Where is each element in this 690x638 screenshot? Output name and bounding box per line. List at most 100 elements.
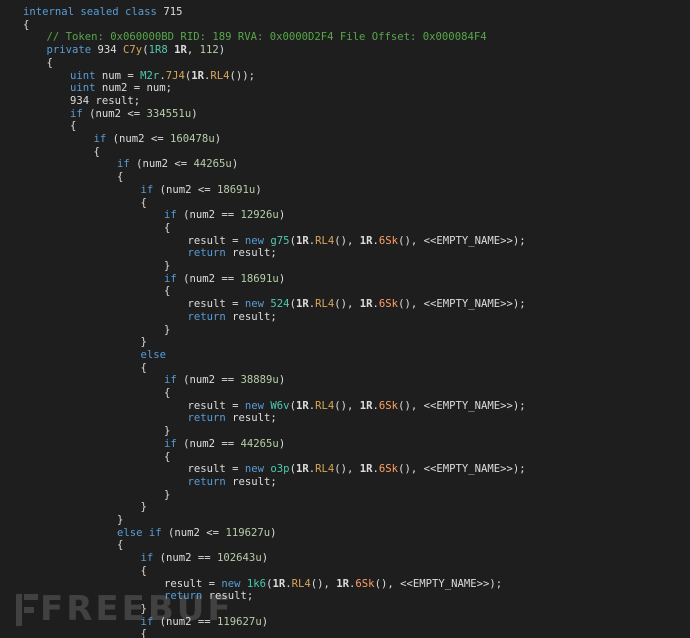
code-line: { xyxy=(141,565,147,578)
code-token: (), <<EMPTY_NAME>>); xyxy=(398,463,526,476)
code-token: } xyxy=(164,425,171,438)
code-token: RL4 xyxy=(315,463,335,476)
code-token: ) xyxy=(261,615,269,628)
code-line: internal sealed class 715 xyxy=(23,6,182,19)
code-line: } xyxy=(164,260,170,273)
code-token: 1R xyxy=(191,69,204,82)
code-token: { xyxy=(164,285,171,298)
code-token: result; xyxy=(232,475,277,488)
code-line: result = new 1k6(1R.RL4(), 1R.6Sk(), <<E… xyxy=(164,578,502,591)
code-token: ) xyxy=(278,272,286,285)
code-token: if xyxy=(140,552,160,565)
code-line: if (num2 <= 334551u) xyxy=(70,108,198,121)
code-line: } xyxy=(164,324,170,337)
code-line: { xyxy=(23,19,29,32)
code-token: if xyxy=(117,158,137,171)
code-token: o3p xyxy=(270,463,290,476)
code-token: result; xyxy=(232,310,277,323)
code-token: 524 xyxy=(270,298,290,311)
code-token: (), xyxy=(334,234,360,247)
code-token: ) xyxy=(278,209,286,222)
code-token: 1R xyxy=(174,44,187,57)
code-token: 1R xyxy=(359,298,373,311)
code-token: (num2 <= xyxy=(168,526,226,539)
code-line: else xyxy=(141,349,167,362)
code-line: } xyxy=(117,514,123,527)
code-token: (), <<EMPTY_NAME>>); xyxy=(398,234,526,247)
code-token: (num2 == xyxy=(183,437,241,450)
code-line: } xyxy=(141,501,147,514)
code-token: if xyxy=(164,437,184,450)
code-line: } xyxy=(141,603,147,616)
code-token: 119627u xyxy=(225,526,271,539)
code-token: (), <<EMPTY_NAME>>); xyxy=(398,298,526,311)
code-token: 1R xyxy=(295,399,309,412)
code-token: 7J4 xyxy=(165,69,185,82)
code-token: (num2 <= xyxy=(136,158,194,171)
code-token: uint xyxy=(70,82,102,95)
code-token: 6Sk xyxy=(378,399,399,412)
code-token: 112 xyxy=(199,44,219,57)
code-token: 1R xyxy=(272,577,286,590)
code-line: return result; xyxy=(188,412,277,425)
code-token: result = xyxy=(187,298,245,311)
code-line: return result; xyxy=(188,247,277,260)
code-editor[interactable]: internal sealed class 715{// Token: 0x06… xyxy=(0,0,690,638)
code-token: (), xyxy=(310,577,337,590)
code-line: else if (num2 <= 119627u) xyxy=(117,527,276,540)
code-token: } xyxy=(140,501,147,514)
code-line: { xyxy=(164,387,170,400)
code-token: ) xyxy=(278,437,286,450)
code-token: else if xyxy=(117,526,169,539)
code-token: 6Sk xyxy=(355,577,375,590)
code-token: } xyxy=(164,260,171,272)
code-line: { xyxy=(164,285,170,298)
code-token: return xyxy=(187,412,233,425)
code-token: 1R xyxy=(359,399,373,412)
code-token: 44265u xyxy=(193,158,232,171)
code-token: internal sealed class xyxy=(23,6,164,18)
code-token: result = xyxy=(187,234,245,247)
code-token: return xyxy=(187,247,233,260)
code-token: 1R8 xyxy=(148,44,175,57)
code-token: { xyxy=(140,564,147,577)
code-token: (num2 <= xyxy=(89,107,147,120)
code-token: // Token: 0x060000BD RID: 189 RVA: 0x000… xyxy=(46,31,487,44)
code-token: 119627u xyxy=(217,615,262,628)
code-token: 1R xyxy=(295,463,309,476)
code-token: if xyxy=(164,272,184,285)
code-token: (), xyxy=(334,463,360,476)
code-token: 160478u xyxy=(170,133,215,145)
code-line: if (num2 == 102643u) xyxy=(141,552,269,565)
code-line: { xyxy=(94,146,100,159)
code-token: if xyxy=(164,374,184,387)
code-token: 1R xyxy=(359,463,373,476)
code-token: new xyxy=(244,399,271,412)
code-token: result = xyxy=(164,577,222,590)
code-token: if xyxy=(70,107,90,120)
code-token: new xyxy=(244,298,271,311)
code-token: 6Sk xyxy=(378,463,399,476)
code-token: result = xyxy=(187,463,245,476)
code-line: { xyxy=(70,120,76,133)
code-token: 18691u xyxy=(240,272,279,285)
code-line: if (num2 == 44265u) xyxy=(164,438,285,451)
code-token: } xyxy=(140,602,147,615)
code-token: { xyxy=(140,196,147,209)
code-token: C7y xyxy=(123,44,143,57)
code-line: result = new o3p(1R.RL4(), 1R.6Sk(), <<E… xyxy=(188,463,526,476)
code-line: uint num2 = num; xyxy=(70,82,172,95)
code-token: } xyxy=(164,323,171,336)
code-token: 1R xyxy=(336,577,350,590)
code-token: } xyxy=(140,336,147,349)
code-line: if (num2 == 18691u) xyxy=(164,273,285,286)
code-token: ) xyxy=(218,44,226,57)
code-token: if xyxy=(140,615,160,628)
code-token: if xyxy=(140,183,160,196)
code-token: result; xyxy=(232,412,277,425)
code-token: 1R xyxy=(359,234,373,247)
code-line: if (num2 <= 160478u) xyxy=(94,133,222,146)
code-token: return xyxy=(187,310,233,323)
code-line: { xyxy=(117,171,123,184)
code-token: ) xyxy=(278,374,286,387)
